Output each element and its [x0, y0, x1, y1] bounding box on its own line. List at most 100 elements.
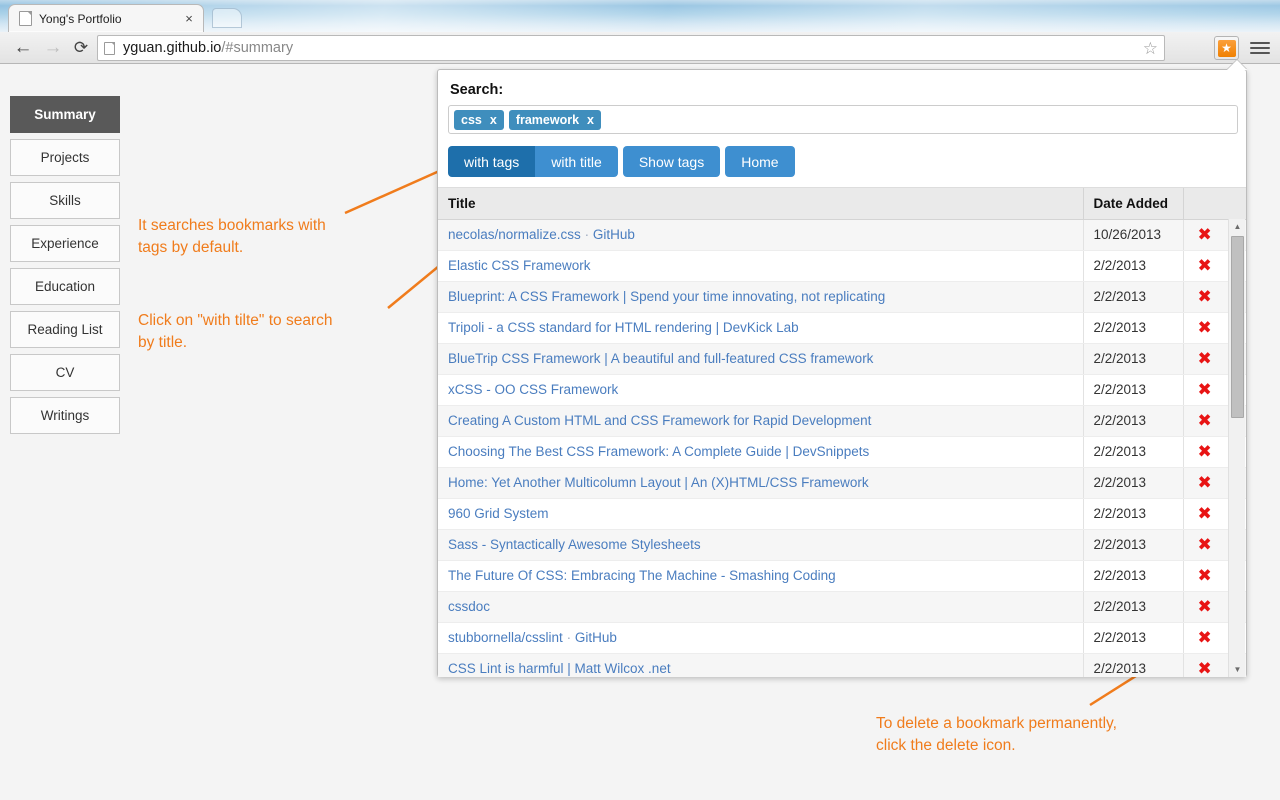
sidebar-item-cv[interactable]: CV: [10, 354, 120, 391]
sidebar-item-label: Writings: [40, 408, 90, 423]
bookmark-link[interactable]: BlueTrip CSS Framework | A beautiful and…: [448, 351, 873, 366]
tag-chip[interactable]: framework x: [508, 109, 601, 130]
bookmark-link[interactable]: Creating A Custom HTML and CSS Framework…: [448, 413, 871, 428]
bookmark-title-text: cssdoc: [448, 599, 491, 614]
table-row: Elastic CSS Framework 2/2/2013 ✖: [438, 250, 1246, 282]
table-row: 960 Grid System 2/2/2013 ✖: [438, 498, 1246, 530]
delete-icon[interactable]: ✖: [1198, 442, 1212, 462]
column-header-title[interactable]: Title: [438, 188, 1084, 220]
bookmark-title-cell: Creating A Custom HTML and CSS Framework…: [438, 405, 1084, 437]
delete-icon[interactable]: ✖: [1198, 628, 1212, 648]
button-with-tags[interactable]: with tags: [448, 146, 536, 177]
delete-icon[interactable]: ✖: [1198, 659, 1212, 677]
delete-icon[interactable]: ✖: [1198, 535, 1212, 555]
new-tab-button[interactable]: [212, 8, 242, 28]
delete-icon[interactable]: ✖: [1198, 597, 1212, 617]
bookmark-date-cell: 2/2/2013: [1083, 591, 1184, 623]
close-icon[interactable]: ×: [181, 11, 197, 26]
delete-icon[interactable]: ✖: [1198, 380, 1212, 400]
bookmark-link[interactable]: Home: Yet Another Multicolumn Layout | A…: [448, 475, 869, 490]
table-row: CSS Lint is harmful | Matt Wilcox .net 2/…: [438, 653, 1246, 677]
extension-button[interactable]: ★: [1214, 36, 1239, 60]
sidebar-item-projects[interactable]: Projects: [10, 139, 120, 176]
browser-tab[interactable]: Yong's Portfolio ×: [8, 4, 204, 32]
tag-chip[interactable]: css x: [454, 109, 504, 130]
delete-icon[interactable]: ✖: [1198, 318, 1212, 338]
bookmark-title-cell: stubbornella/csslint · GitHub: [438, 622, 1084, 654]
bookmark-date-cell: 2/2/2013: [1083, 374, 1184, 406]
bookmark-title-cell: cssdoc: [438, 591, 1084, 623]
bookmark-star-icon[interactable]: ☆: [1143, 40, 1158, 57]
bookmark-link[interactable]: 960 Grid System: [448, 506, 549, 521]
bookmark-date-cell: 2/2/2013: [1083, 653, 1184, 677]
table-row: cssdoc 2/2/2013 ✖: [438, 591, 1246, 623]
bookmark-date-cell: 2/2/2013: [1083, 343, 1184, 375]
annotation-search-tags: It searches bookmarks with tags by defau…: [138, 217, 326, 256]
bookmark-link[interactable]: necolas/normalize.css · GitHub: [448, 227, 635, 242]
table-row: stubbornella/csslint · GitHub 2/2/2013 ✖: [438, 622, 1246, 654]
table-row: necolas/normalize.css · GitHub 10/26/2013…: [438, 219, 1246, 251]
bookmark-title-cell: Sass - Syntactically Awesome Stylesheets: [438, 529, 1084, 561]
sidebar-item-summary[interactable]: Summary: [10, 96, 120, 133]
sidebar-item-reading-list[interactable]: Reading List: [10, 311, 120, 348]
delete-icon[interactable]: ✖: [1198, 473, 1212, 493]
tag-remove-icon[interactable]: x: [587, 113, 594, 127]
forward-icon[interactable]: →: [40, 35, 66, 61]
table-row: Tripoli - a CSS standard for HTML render…: [438, 312, 1246, 344]
scroll-up-icon[interactable]: ▲: [1229, 219, 1246, 234]
bookmark-link[interactable]: cssdoc: [448, 599, 490, 614]
button-home[interactable]: Home: [725, 146, 795, 177]
sidebar-item-writings[interactable]: Writings: [10, 397, 120, 434]
bookmark-link[interactable]: CSS Lint is harmful | Matt Wilcox .net: [448, 661, 671, 676]
bookmark-title-cell: CSS Lint is harmful | Matt Wilcox .net: [438, 653, 1084, 677]
sidebar-item-experience[interactable]: Experience: [10, 225, 120, 262]
table-row: The Future Of CSS: Embracing The Machine…: [438, 560, 1246, 592]
search-input[interactable]: css x framework x: [448, 105, 1238, 134]
sidebar-item-label: Summary: [34, 107, 96, 122]
delete-icon[interactable]: ✖: [1198, 411, 1212, 431]
bookmark-title-text: CSS Lint is harmful | Matt Wilcox .net: [448, 661, 671, 676]
bookmark-link[interactable]: Tripoli - a CSS standard for HTML render…: [448, 320, 799, 335]
bookmark-link[interactable]: The Future Of CSS: Embracing The Machine…: [448, 568, 836, 583]
bookmark-title-cell: Choosing The Best CSS Framework: A Compl…: [438, 436, 1084, 468]
back-icon[interactable]: ←: [10, 35, 36, 61]
annotation-delete: To delete a bookmark permanently, click …: [876, 715, 1117, 754]
bookmark-title-text: stubbornella/csslint: [448, 630, 563, 645]
url-host: yguan.github.io: [123, 40, 222, 56]
bookmark-title-cell: necolas/normalize.css · GitHub: [438, 219, 1084, 251]
bookmark-title-cell: Elastic CSS Framework: [438, 250, 1084, 282]
delete-icon[interactable]: ✖: [1198, 225, 1212, 245]
bookmark-date-cell: 2/2/2013: [1083, 498, 1184, 530]
delete-icon[interactable]: ✖: [1198, 349, 1212, 369]
bookmark-search-popup: Search: css x framework x with tags with tit…: [437, 60, 1247, 677]
table-scrollbar[interactable]: ▲ ▼: [1228, 219, 1245, 677]
delete-icon[interactable]: ✖: [1198, 256, 1212, 276]
address-bar[interactable]: yguan.github.io/#summary ☆: [97, 35, 1165, 61]
search-mode-buttons: with tags with title Show tags Home: [448, 146, 795, 177]
button-with-title[interactable]: with title: [535, 146, 618, 177]
sidebar-item-skills[interactable]: Skills: [10, 182, 120, 219]
bookmark-title-text: Creating A Custom HTML and CSS Framework…: [448, 413, 872, 428]
reload-icon[interactable]: ⟳: [68, 35, 94, 61]
scroll-down-icon[interactable]: ▼: [1229, 662, 1246, 677]
bookmark-date-cell: 2/2/2013: [1083, 622, 1184, 654]
delete-icon[interactable]: ✖: [1198, 566, 1212, 586]
bookmark-title-text: Choosing The Best CSS Framework: A Compl…: [448, 444, 870, 459]
delete-icon[interactable]: ✖: [1198, 287, 1212, 307]
button-show-tags[interactable]: Show tags: [622, 146, 721, 177]
bookmark-date-cell: 2/2/2013: [1083, 467, 1184, 499]
bookmark-link[interactable]: Sass - Syntactically Awesome Stylesheets: [448, 537, 701, 552]
column-header-date[interactable]: Date Added: [1083, 188, 1184, 220]
bookmark-link[interactable]: stubbornella/csslint · GitHub: [448, 630, 617, 645]
bookmark-link[interactable]: Elastic CSS Framework: [448, 258, 591, 273]
sidebar-item-education[interactable]: Education: [10, 268, 120, 305]
bookmark-link[interactable]: xCSS - OO CSS Framework: [448, 382, 618, 397]
annotation-search-title: Click on "with tilte" to search by title…: [138, 312, 333, 351]
bookmark-link[interactable]: Choosing The Best CSS Framework: A Compl…: [448, 444, 869, 459]
tag-remove-icon[interactable]: x: [490, 113, 497, 127]
delete-icon[interactable]: ✖: [1198, 504, 1212, 524]
chrome-menu-icon[interactable]: [1250, 38, 1270, 58]
scrollbar-thumb[interactable]: [1231, 236, 1244, 418]
bookmark-link[interactable]: Blueprint: A CSS Framework | Spend your …: [448, 289, 885, 304]
page-favicon-icon: [19, 11, 32, 26]
